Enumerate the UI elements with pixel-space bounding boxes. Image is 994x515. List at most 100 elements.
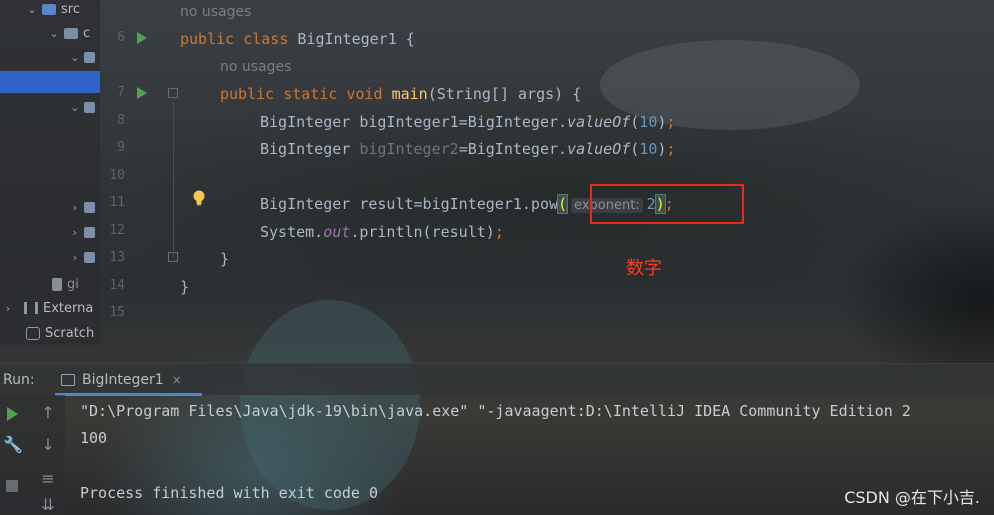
code-line-12[interactable]: System.out.println(result); — [260, 222, 504, 242]
package-icon — [83, 201, 95, 213]
semicolon: ; — [666, 140, 676, 158]
package-icon — [83, 251, 95, 263]
method-name: main — [391, 85, 428, 103]
scroll-to-end-icon[interactable]: ⇊ — [38, 495, 58, 514]
tree-item[interactable]: › — [0, 196, 100, 218]
tree-item[interactable]: › — [0, 246, 100, 268]
code-text: BigInteger bigInteger1=BigInteger. — [260, 113, 568, 131]
code-text: System. — [260, 223, 324, 241]
tree-item-label: c — [83, 25, 91, 41]
library-icon — [24, 302, 38, 314]
line-number: 8 — [117, 113, 125, 128]
method-name: valueOf — [567, 113, 631, 131]
code-line-9[interactable]: BigInteger bigInteger2=BigInteger.valueO… — [260, 139, 675, 159]
chevron-right-icon[interactable]: › — [2, 302, 14, 315]
static-field: out — [323, 223, 351, 241]
usage-hint[interactable]: no usages — [180, 2, 251, 22]
chevron-down-icon[interactable]: ⌄ — [26, 3, 38, 16]
chevron-down-icon[interactable]: ⌄ — [70, 101, 80, 114]
annotation-label: 数字 — [626, 258, 662, 279]
line-number: 6 — [117, 30, 125, 45]
code-line-6[interactable]: public class BigInteger1 { — [180, 29, 415, 49]
project-tree: ⌄ src ⌄ c ⌄ ⌄ › › › gi › Externa Scratch — [0, 0, 100, 345]
tree-item-package[interactable]: ⌄ c — [0, 22, 100, 44]
line-number: 9 — [117, 140, 125, 155]
package-icon — [64, 27, 78, 39]
console-line: 100 — [80, 429, 108, 447]
editor-gutter: 6 7 8 9 10 11 12 13 14 15 — [100, 0, 180, 360]
code-line-7[interactable]: public static void main(String[] args) { — [220, 84, 581, 104]
run-tab-title: BigInteger1 — [82, 371, 164, 388]
rerun-icon[interactable] — [7, 407, 18, 421]
method-name: valueOf — [567, 140, 631, 158]
run-gutter-icon[interactable] — [137, 32, 147, 44]
close-icon[interactable]: × — [172, 373, 182, 387]
tree-item-external-libraries[interactable]: › Externa — [0, 297, 100, 319]
code-text: ( — [630, 113, 640, 131]
down-arrow-icon[interactable]: ↓ — [38, 435, 58, 454]
code-text: (String[] args) { — [427, 85, 582, 103]
run-panel-header: Run: BigInteger1 × — [0, 363, 994, 396]
number-literal: 10 — [639, 113, 658, 131]
fold-marker-icon[interactable] — [168, 88, 178, 98]
line-number: 13 — [109, 250, 125, 265]
up-arrow-icon[interactable]: ↑ — [38, 403, 58, 422]
code-text: =BigInteger. — [458, 140, 568, 158]
folder-icon — [42, 3, 56, 15]
wrench-icon[interactable]: 🔧 — [3, 435, 23, 454]
tree-item-gitignore[interactable]: gi — [0, 273, 100, 295]
watermark: CSDN @在下小吉. — [844, 488, 980, 507]
tree-item[interactable]: › — [0, 221, 100, 243]
code-text: .println(result) — [350, 223, 495, 241]
code-line-14[interactable]: } — [180, 277, 189, 297]
chevron-right-icon[interactable]: › — [70, 251, 80, 264]
package-icon — [83, 226, 95, 238]
chevron-right-icon[interactable]: › — [70, 201, 80, 214]
keyword: public class — [180, 30, 298, 48]
line-number: 12 — [109, 223, 125, 238]
code-text: ( — [630, 140, 640, 158]
line-number: 11 — [109, 195, 125, 210]
number-literal: 10 — [639, 140, 658, 158]
usage-hint[interactable]: no usages — [220, 57, 291, 77]
semicolon: ; — [666, 113, 676, 131]
line-number: 14 — [109, 278, 125, 293]
soft-wrap-icon[interactable]: ≡ — [38, 469, 58, 488]
chevron-right-icon[interactable]: › — [70, 226, 80, 239]
code-line-8[interactable]: BigInteger bigInteger1=BigInteger.valueO… — [260, 112, 675, 132]
tree-item-label: src — [61, 1, 80, 17]
fold-guide-line — [173, 102, 174, 257]
tree-item[interactable]: ⌄ — [0, 46, 100, 68]
scratch-icon — [26, 326, 40, 340]
console-line: "D:\Program Files\Java\jdk-19\bin\java.e… — [80, 402, 911, 420]
tree-item-selected[interactable] — [0, 71, 100, 93]
class-name: BigInteger1 { — [297, 30, 415, 48]
keyword: public static void — [220, 85, 392, 103]
run-tab[interactable]: BigInteger1 × — [55, 366, 202, 396]
tree-item-scratches[interactable]: Scratch — [0, 322, 100, 344]
console-icon — [61, 373, 75, 386]
chevron-down-icon[interactable]: ⌄ — [70, 51, 80, 64]
run-gutter-icon[interactable] — [137, 87, 147, 99]
bracket-highlight: ( — [557, 194, 569, 214]
code-line-13[interactable]: } — [220, 249, 229, 269]
chevron-down-icon[interactable]: ⌄ — [48, 27, 60, 40]
tree-item-src[interactable]: ⌄ src — [0, 0, 100, 20]
package-icon — [83, 51, 95, 63]
unused-variable: bigInteger2 — [359, 140, 459, 158]
run-toolbar: ↑ 🔧 ↓ ≡ ⇊ — [0, 395, 65, 515]
file-icon — [52, 277, 62, 291]
code-text: BigInteger — [260, 140, 360, 158]
line-number: 7 — [117, 85, 125, 100]
tree-item-label: Scratch — [45, 325, 95, 341]
code-editor[interactable]: no usages public class BigInteger1 { no … — [180, 0, 994, 360]
console-line: Process finished with exit code 0 — [80, 484, 379, 502]
semicolon: ; — [494, 223, 504, 241]
tree-item[interactable]: ⌄ — [0, 96, 100, 118]
line-number: 15 — [109, 305, 125, 320]
lightbulb-icon[interactable] — [192, 190, 206, 206]
highlight-box — [590, 184, 744, 224]
stop-icon[interactable] — [6, 480, 18, 492]
package-icon — [83, 101, 95, 113]
code-text: BigInteger result=bigInteger1.pow — [260, 195, 559, 213]
